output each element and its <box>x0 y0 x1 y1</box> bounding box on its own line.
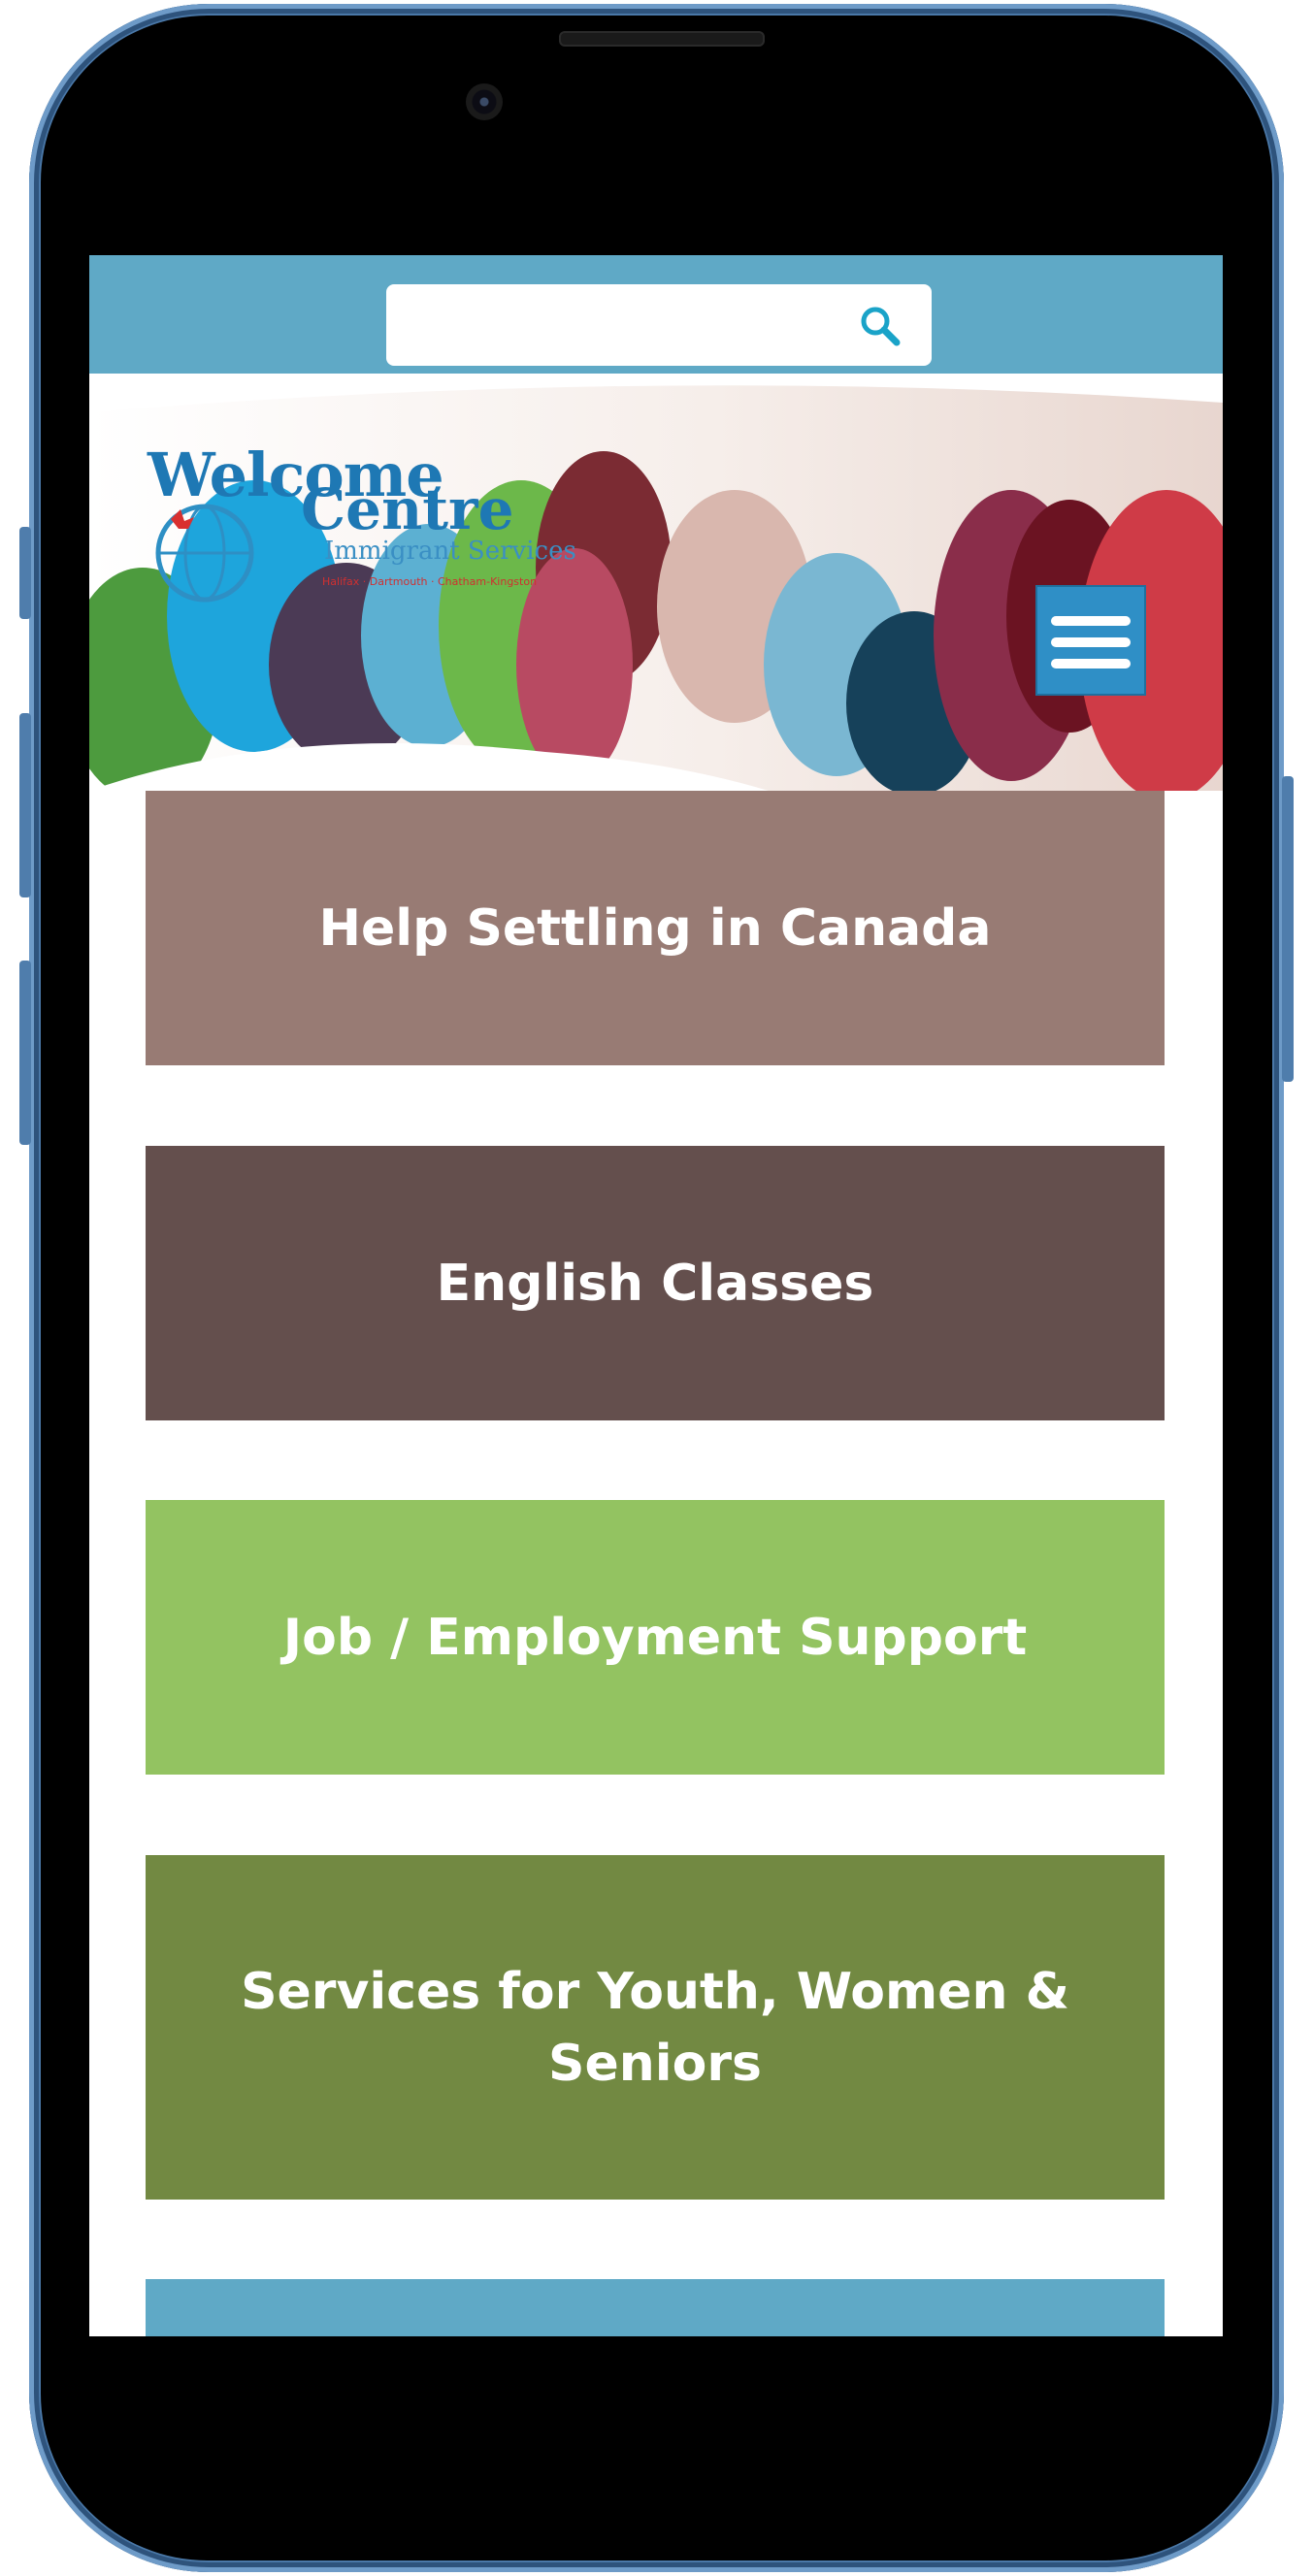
tile-label: Job / Employment Support <box>282 1608 1028 1667</box>
globe-icon <box>155 504 254 603</box>
front-camera <box>466 83 503 120</box>
logo-tagline: Halifax · Dartmouth · Chatham-Kingston <box>322 575 538 588</box>
tile-label: Help Settling in Canada <box>318 898 992 958</box>
hamburger-icon <box>1051 616 1131 626</box>
power-button <box>1282 776 1294 1082</box>
earpiece-speaker <box>559 31 765 47</box>
search-icon[interactable] <box>856 302 904 350</box>
mute-switch <box>19 527 31 619</box>
volume-up-button <box>19 713 31 897</box>
tile-youth-women-seniors[interactable]: Services for Youth, Women & Seniors <box>146 1855 1165 2200</box>
tile-label: English Classes <box>436 1254 874 1313</box>
tile-help-settling[interactable]: Help Settling in Canada <box>146 791 1165 1065</box>
tile-label: Services for Youth, Women & Seniors <box>241 1962 1069 2093</box>
tile-english-classes[interactable]: English Classes <box>146 1146 1165 1420</box>
tile-job-employment[interactable]: Job / Employment Support <box>146 1500 1165 1775</box>
logo-text-line3: Immigrant Services <box>324 537 576 566</box>
screen: Welcome Centre Immigrant Services Halifa… <box>89 255 1223 2336</box>
hamburger-icon-bar <box>1051 637 1131 647</box>
tile-next[interactable] <box>146 2279 1165 2336</box>
welcome-centre-logo[interactable]: Welcome Centre Immigrant Services Halifa… <box>148 440 576 604</box>
search-input[interactable] <box>386 284 932 366</box>
top-search-bar <box>89 255 1223 374</box>
logo-text-line2: Centre <box>301 476 514 542</box>
hamburger-icon-bar <box>1051 659 1131 668</box>
volume-down-button <box>19 961 31 1145</box>
hamburger-menu-button[interactable] <box>1035 585 1146 696</box>
